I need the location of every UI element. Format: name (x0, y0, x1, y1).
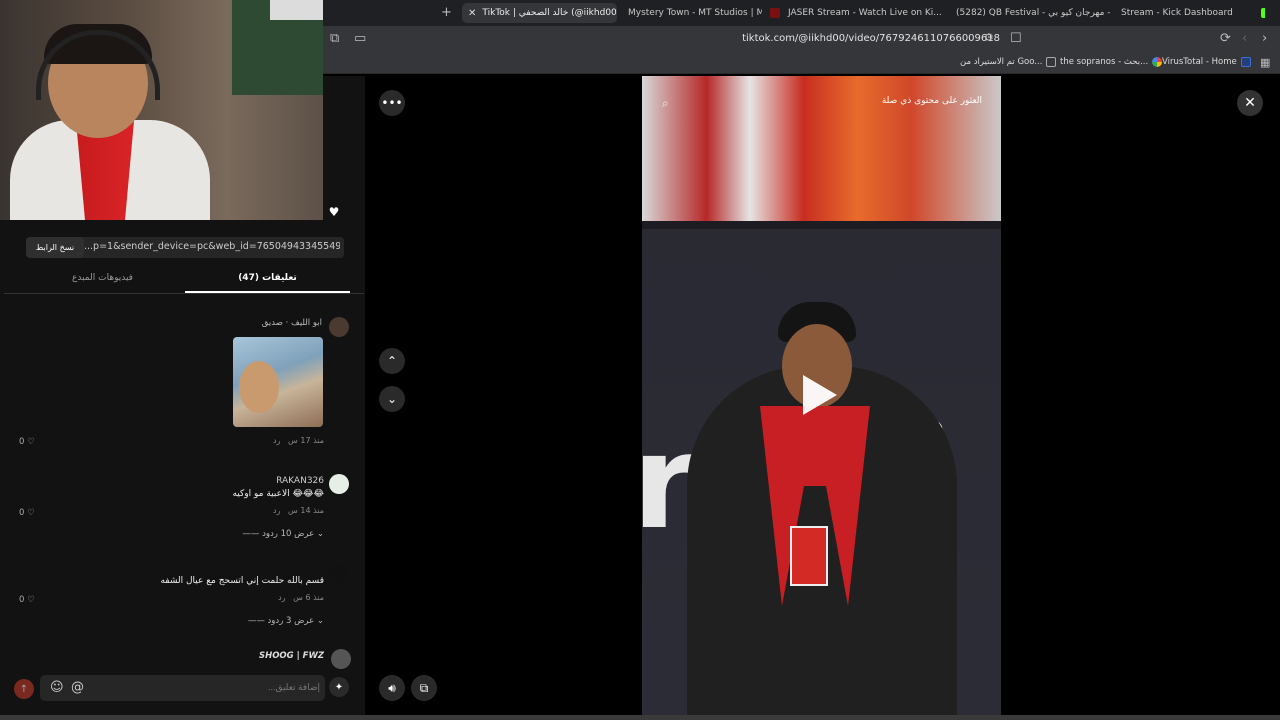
back-icon[interactable]: ‹ (1242, 31, 1247, 46)
tab-qb-festival[interactable]: (5282) QB Festival - مهرجان كيو بي - Y..… (950, 3, 1110, 23)
virustotal-icon (1240, 57, 1251, 67)
gift-icon[interactable]: ✦ (329, 677, 349, 697)
reply-link[interactable]: رد (273, 506, 280, 515)
comment-image[interactable] (233, 337, 323, 427)
send-button[interactable]: ↑ (14, 679, 34, 699)
copy-link-button[interactable]: نسخ الرابط (26, 237, 84, 258)
reload-icon[interactable]: ⟳ (1220, 31, 1231, 46)
all-bookmarks-icon[interactable]: ▦ (1260, 56, 1270, 69)
bookmark-sopranos[interactable]: the sopranos - بحث... (1060, 57, 1163, 67)
comment-text: الاعبية مو اوكيه 😂😂😂 (232, 489, 324, 499)
kick-icon (1260, 8, 1265, 18)
view-replies-button[interactable]: —— عرض 10 ردود ⌄ (242, 529, 324, 539)
avatar[interactable] (329, 563, 349, 583)
active-tab-indicator (185, 291, 350, 293)
play-icon[interactable] (803, 375, 837, 415)
webcam-overlay (0, 0, 323, 220)
tab-kick-dashboard[interactable]: Stream - Kick Dashboard (1115, 3, 1265, 23)
avatar[interactable] (329, 474, 349, 494)
comment-author[interactable]: SHOOG | FWZ (259, 651, 324, 661)
tab-comments[interactable]: (47) تعليقات (185, 273, 350, 283)
comment-text: قسم بالله حلمت إني اتسحج مع عيال الشفه (160, 576, 324, 586)
google-icon (1152, 57, 1163, 67)
mention-icon[interactable]: @ (71, 680, 84, 695)
site-settings-icon[interactable]: ⚙ (984, 31, 994, 44)
taskbar-strip (0, 715, 1280, 720)
avatar[interactable] (329, 317, 349, 337)
avatar[interactable] (331, 649, 351, 669)
heart-icon[interactable]: ♥ (324, 202, 344, 222)
related-search[interactable]: العثور على محتوى ذي صلة (660, 96, 982, 116)
folder-icon (1046, 57, 1057, 67)
tab-tiktok[interactable]: ✕ TikTok | خالد الصحفي (@iikhd00) (462, 3, 617, 23)
reader-icon[interactable]: ▭ (354, 31, 366, 46)
new-tab-button[interactable]: + (441, 5, 452, 20)
reply-link[interactable]: رد (278, 593, 285, 602)
comment-author[interactable]: RAKAN326 (276, 476, 324, 486)
emoji-icon[interactable]: ☺ (50, 680, 64, 695)
comment-input[interactable] (200, 682, 320, 692)
close-icon[interactable]: ✕ (1237, 90, 1263, 116)
tab-search-icon[interactable]: ⧉ (330, 31, 339, 46)
url-field[interactable]: tiktok.com/@iikhd00/video/76792461107660… (700, 33, 1000, 44)
comment-author[interactable]: ابو الليف · صديق (262, 318, 322, 328)
miniplayer-icon[interactable]: ⧉ (411, 675, 437, 701)
bookmark-imported[interactable]: تم الاستيراد من Goo... (960, 57, 1057, 67)
volume-icon[interactable]: 🔊︎ (379, 675, 405, 701)
share-link: ...p=1&sender_device=pc&web_id=765049433… (84, 241, 340, 252)
stream-icon (770, 8, 780, 18)
view-replies-button[interactable]: —— عرض 3 ردود ⌄ (248, 616, 324, 626)
like-count[interactable]: 0 ♡ (19, 437, 35, 447)
more-options-icon[interactable]: ••• (379, 90, 405, 116)
forward-icon[interactable]: › (1262, 31, 1267, 46)
comment-meta: منذ 6 س رد (278, 593, 324, 602)
tab-jaser-stream[interactable]: JASER Stream - Watch Live on Ki... (764, 3, 942, 23)
tab-mystery-town[interactable]: Mystery Town - MT Studios | MTRP | (622, 3, 762, 23)
like-count[interactable]: 0 ♡ (19, 508, 35, 518)
previous-video-button[interactable]: ⌃ (379, 348, 405, 374)
bookmark-icon[interactable]: ☐ (1010, 31, 1022, 46)
close-tab-icon[interactable]: ✕ (468, 8, 476, 19)
reply-link[interactable]: رد (273, 436, 280, 445)
tab-creator-videos[interactable]: فيديوهات المبدع (20, 273, 185, 283)
bookmark-virustotal[interactable]: VirusTotal - Home (1162, 57, 1251, 67)
comment-meta: منذ 17 س رد (272, 436, 324, 445)
next-video-button[interactable]: ⌄ (379, 386, 405, 412)
comment-meta: منذ 14 س رد (272, 506, 324, 515)
like-count[interactable]: 0 ♡ (19, 595, 35, 605)
